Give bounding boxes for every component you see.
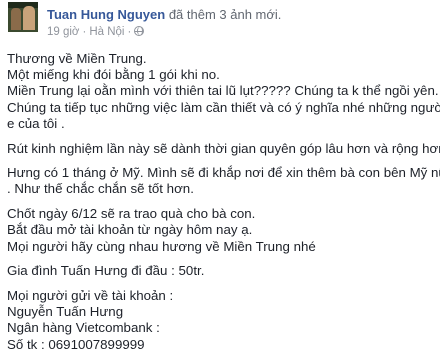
- post-line: Bắt đầu mở tài khoản từ ngày hôm nay ạ.: [7, 222, 253, 238]
- post-line: Số tk : 0691007899999: [7, 336, 145, 352]
- avatar[interactable]: [8, 2, 38, 32]
- post-line: Một miếng khi đói bằng 1 gói khi no.: [7, 67, 220, 83]
- post-action-text: đã thêm 3 ảnh mới.: [165, 7, 282, 22]
- globe-icon[interactable]: [134, 26, 145, 36]
- author-line: Tuan Hung Nguyen đã thêm 3 ảnh mới.: [47, 7, 281, 22]
- post-line: Nguyễn Tuấn Hưng: [7, 304, 124, 320]
- facebook-post: Tuan Hung Nguyen đã thêm 3 ảnh mới. 19 g…: [0, 0, 440, 357]
- post-header: Tuan Hung Nguyen đã thêm 3 ảnh mới. 19 g…: [0, 0, 440, 44]
- post-line: Chúng ta tiếp tục những việc làm cần thi…: [7, 99, 440, 115]
- post-line: Gia đình Tuấn Hưng đi đầu : 50tr.: [7, 263, 205, 279]
- post-line: Mọi người gửi về tài khoản :: [7, 287, 174, 303]
- post-line: Hưng có 1 tháng ở Mỹ. Mình sẽ đi khắp nơ…: [7, 165, 440, 181]
- meta-separator-2: ·: [127, 26, 132, 38]
- post-timestamp[interactable]: 19 giờ: [47, 26, 79, 38]
- post-line: Thương về Miền Trung.: [7, 51, 147, 66]
- post-meta: 19 giờ · Hà Nội ·: [47, 26, 145, 38]
- post-body: Thương về Miền Trung. Một miếng khi đói …: [7, 51, 440, 353]
- author-name-link[interactable]: Tuan Hung Nguyen: [47, 7, 165, 22]
- post-line: Chốt ngày 6/12 sẽ ra trao quà cho bà con…: [7, 206, 256, 222]
- post-line: . Như thế chắc chắn sẽ tốt hơn.: [7, 181, 194, 197]
- meta-separator: ·: [82, 26, 87, 38]
- post-line: e của tôi .: [7, 115, 65, 131]
- post-line: Ngân hàng Vietcombank :: [7, 320, 160, 336]
- post-line: Rút kinh nghiệm lần này sẽ dành thời gia…: [7, 140, 440, 156]
- post-line: Miền Trung lại oằn mình với thiên tai lũ…: [7, 83, 439, 99]
- post-line: Mọi người hãy cùng nhau hương về Miền Tr…: [7, 238, 316, 254]
- post-location[interactable]: Hà Nội: [89, 26, 124, 38]
